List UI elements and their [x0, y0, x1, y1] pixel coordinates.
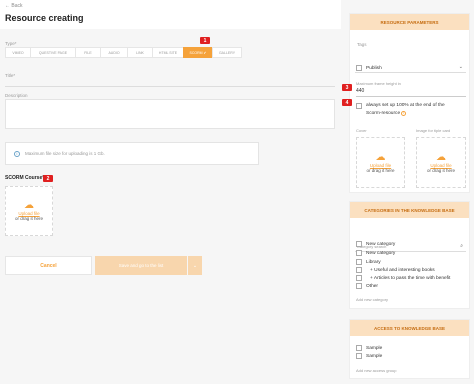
chevron-down-icon[interactable]: ⌄	[188, 256, 202, 275]
badge-4: 4	[342, 99, 352, 106]
category-item[interactable]: Library	[356, 259, 381, 265]
upload-cloud-icon: ☁	[24, 200, 34, 211]
description-label: Description	[5, 93, 28, 98]
always-100-checkbox[interactable]: always set up 100% at the end of the Sco…	[356, 102, 445, 118]
badge-3: 3	[342, 84, 352, 91]
always-100-check[interactable]	[356, 103, 362, 109]
category-item[interactable]: New category	[356, 241, 395, 247]
cancel-button[interactable]: Cancel	[5, 256, 92, 275]
type-tab-scorm[interactable]: SCORM ✔	[183, 47, 213, 58]
description-textarea[interactable]	[5, 99, 335, 129]
category-check[interactable]	[356, 259, 362, 265]
type-tab-audio[interactable]: AUDIO	[100, 47, 128, 58]
type-tab-gallery[interactable]: GALLERY	[212, 47, 242, 58]
scorm-label: SCORM Course*	[5, 175, 45, 181]
back-link[interactable]: ← Back	[5, 3, 23, 9]
upload-cloud-icon: ☁	[436, 151, 446, 163]
info-box: i Maximum file size for uploading is 1 G…	[5, 142, 259, 165]
type-tab-questive[interactable]: QUESTIVE PAGE	[30, 47, 76, 58]
access-header: ACCESS TO KNOWLEDGE BASE	[350, 320, 469, 336]
check-icon: ✔	[203, 50, 207, 55]
tags-placeholder: Tags	[357, 42, 367, 47]
category-item[interactable]: + Useful and interesting books	[356, 267, 435, 273]
cover-label: Cover	[356, 128, 367, 133]
category-label: New category	[366, 241, 396, 247]
always-100-line2: Scorm-resource i	[366, 110, 445, 118]
info-icon[interactable]: i	[401, 110, 407, 116]
access-item[interactable]: Sample	[356, 353, 382, 359]
category-check[interactable]	[356, 267, 362, 273]
type-tab-file[interactable]: FILE	[75, 47, 101, 58]
category-label: + Useful and interesting books	[370, 267, 435, 273]
category-label: Other	[366, 283, 378, 289]
publish-checkbox[interactable]: Publish	[356, 65, 382, 71]
always-100-text: always set up 100% at the end of the Sco…	[366, 102, 445, 118]
chevron-down-icon: ⌄	[458, 64, 463, 70]
type-tab-scorm-label: SCORM	[189, 50, 203, 55]
type-tab-html[interactable]: HTML SITE	[152, 47, 184, 58]
tile-image-upload[interactable]: ☁ Upload file or drag it here	[416, 137, 466, 188]
add-category-link[interactable]: Add new category	[356, 297, 388, 302]
category-item[interactable]: New category	[356, 250, 395, 256]
category-check[interactable]	[356, 241, 362, 247]
publish-label: Publish	[366, 65, 382, 71]
categories-panel: CATEGORIES IN THE KNOWLEDGE BASE Categor…	[349, 201, 470, 309]
categories-header: CATEGORIES IN THE KNOWLEDGE BASE	[350, 202, 469, 218]
type-tab-vimeo[interactable]: VIMEO	[5, 47, 31, 58]
frame-height-label: Maximum frame height in	[356, 81, 401, 86]
type-tabs: VIMEO QUESTIVE PAGE FILE AUDIO LINK HTML…	[5, 47, 335, 58]
add-access-group-link[interactable]: Add new access group	[356, 368, 396, 373]
access-check[interactable]	[356, 345, 362, 351]
access-label: Sample	[366, 353, 383, 359]
category-check[interactable]	[356, 283, 362, 289]
category-item[interactable]: Other	[356, 283, 378, 289]
type-tab-link[interactable]: LINK	[127, 47, 153, 58]
badge-1: 1	[200, 37, 210, 44]
type-label: Type*	[5, 41, 17, 46]
always-100-line1: always set up 100% at the end of the	[366, 103, 445, 108]
access-item[interactable]: Sample	[356, 345, 382, 351]
info-icon: i	[14, 150, 20, 157]
title-label: Title*	[5, 73, 16, 78]
upload-cloud-icon: ☁	[375, 151, 386, 163]
frame-height-input[interactable]: 440	[356, 88, 466, 97]
category-check[interactable]	[356, 275, 362, 281]
info-text: Maximum file size for uploading is 1 Gb.	[25, 151, 105, 156]
category-label: Library	[366, 259, 381, 265]
resource-params-panel: RESOURCE PARAMETERS Tags ⌄ Publish Maxim…	[349, 13, 470, 193]
badge-2: 2	[43, 175, 53, 182]
access-panel: ACCESS TO KNOWLEDGE BASE Sample Sample A…	[349, 319, 470, 379]
page-title: Resource creating	[5, 13, 84, 23]
resource-params-header: RESOURCE PARAMETERS	[350, 14, 469, 30]
category-check[interactable]	[356, 250, 362, 256]
category-label: New category	[366, 250, 396, 256]
image-label: Image for tiple card	[416, 128, 451, 133]
drag-text: or drag it here	[366, 167, 395, 173]
search-icon: ⌕	[460, 243, 463, 249]
access-label: Sample	[366, 345, 383, 351]
form-buttons: Cancel Save and go to the list ⌄	[5, 256, 202, 275]
always-100-line2-text: Scorm-resource	[366, 111, 401, 116]
cover-upload[interactable]: ☁ Upload file or drag it here	[356, 137, 405, 188]
access-check[interactable]	[356, 353, 362, 359]
save-button[interactable]: Save and go to the list	[95, 256, 187, 275]
drag-text: or drag it here	[426, 167, 455, 173]
drag-text: or drag it here	[14, 216, 43, 221]
scorm-upload[interactable]: ☁ Upload file or drag it here	[5, 186, 53, 236]
publish-check[interactable]	[356, 65, 362, 71]
title-input[interactable]	[5, 86, 335, 87]
category-item[interactable]: + Articles to pass the time with benefit	[356, 275, 450, 281]
category-label: + Articles to pass the time with benefit	[370, 275, 451, 281]
